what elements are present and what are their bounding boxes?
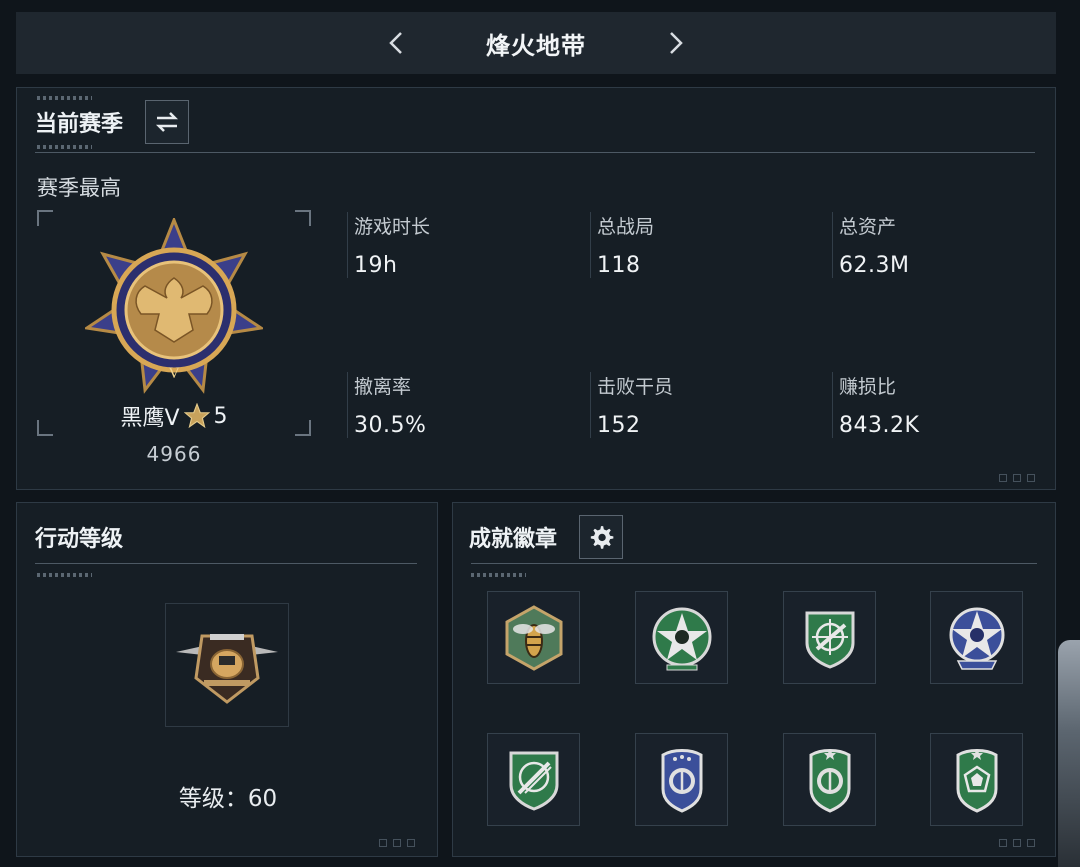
achievement-badge[interactable] [487, 733, 580, 826]
stat-play-time: 游戏时长 19h [347, 212, 547, 278]
achievement-badge[interactable] [487, 591, 580, 684]
stat-value: 843.2K [839, 413, 920, 438]
stat-profit-loss-ratio: 赚损比 843.2K [832, 372, 1032, 438]
next-mode-button[interactable] [636, 23, 716, 63]
achievements-title: 成就徽章 [469, 527, 558, 552]
blue-shield-emblem-icon [661, 748, 702, 813]
prev-mode-button[interactable] [356, 23, 436, 63]
achievement-badge[interactable] [635, 591, 728, 684]
stat-value: 30.5% [354, 413, 427, 438]
badge-settings-button[interactable] [579, 515, 624, 559]
black-eagle-rank-icon: V [85, 218, 263, 394]
achievement-badge[interactable] [930, 733, 1023, 826]
achievement-badge[interactable] [783, 733, 876, 826]
season-title: 当前赛季 [35, 112, 124, 137]
stat-label: 撤离率 [354, 376, 412, 398]
rank-name: 黑鹰V [120, 406, 180, 431]
stat-extraction-rate: 撤离率 30.5% [347, 372, 547, 438]
chevron-left-icon [389, 32, 402, 54]
stat-value: 62.3M [839, 253, 910, 278]
mode-title: 烽火地带 [486, 31, 586, 60]
decor-dashes [37, 573, 92, 577]
divider [471, 563, 1037, 564]
chevron-right-icon [670, 32, 683, 54]
rifle-crosshair-shield-icon [805, 611, 854, 669]
divider [35, 563, 417, 564]
green-shield-emblem-icon [809, 748, 850, 813]
achievement-badge[interactable] [930, 591, 1023, 684]
aircraft-wings-emblem-icon [176, 634, 278, 704]
stat-total-matches: 总战局 118 [590, 212, 790, 278]
skull-star-blue-badge-icon [949, 607, 1004, 670]
level-title: 行动等级 [35, 527, 124, 552]
mode-selector-bar: 烽火地带 [16, 12, 1056, 74]
stat-label: 游戏时长 [354, 216, 431, 238]
decor-dashes [37, 145, 92, 149]
switch-season-button[interactable] [145, 100, 190, 144]
current-season-panel: 当前赛季 赛季最高 V 黑鹰V 5 4966 游戏时长 19h 总战局 118 … [16, 87, 1056, 490]
stat-operators-defeated: 击败干员 152 [590, 372, 790, 438]
rank-stars: 5 [213, 403, 228, 429]
stat-value: 118 [597, 253, 641, 278]
swap-arrows-icon [155, 112, 179, 132]
achievement-badges-panel: 成就徽章 [452, 502, 1056, 857]
achievement-badge[interactable] [783, 591, 876, 684]
wasp-hexagon-badge-icon [505, 604, 562, 671]
level-value: 等级：60 [178, 786, 278, 812]
gear-icon [590, 526, 614, 549]
skull-star-badge-icon [652, 607, 711, 670]
stat-label: 击败干员 [597, 376, 674, 398]
stat-label: 总资产 [839, 216, 897, 238]
stat-total-assets: 总资产 62.3M [832, 212, 1032, 278]
star-icon [183, 403, 210, 429]
operation-level-panel: 行动等级 等级：60 [16, 502, 438, 857]
level-emblem-frame [165, 603, 289, 727]
stat-label: 赚损比 [839, 376, 897, 398]
decor-dashes [471, 573, 526, 577]
stat-value: 19h [354, 253, 398, 278]
rank-score: 4966 [146, 442, 202, 466]
svg-text:V: V [168, 365, 180, 382]
stat-value: 152 [597, 413, 641, 438]
crossed-missiles-shield-icon [509, 751, 558, 811]
rank-name-line: 黑鹰V 5 [37, 400, 311, 432]
divider [35, 152, 1035, 153]
season-best-label: 赛季最高 [37, 176, 121, 200]
achievement-badge[interactable] [635, 733, 728, 826]
character-model-edge [1058, 640, 1080, 867]
green-gem-shield-icon [956, 748, 997, 813]
stat-label: 总战局 [597, 216, 655, 238]
rank-badge-frame: V 黑鹰V 5 4966 [37, 210, 311, 466]
